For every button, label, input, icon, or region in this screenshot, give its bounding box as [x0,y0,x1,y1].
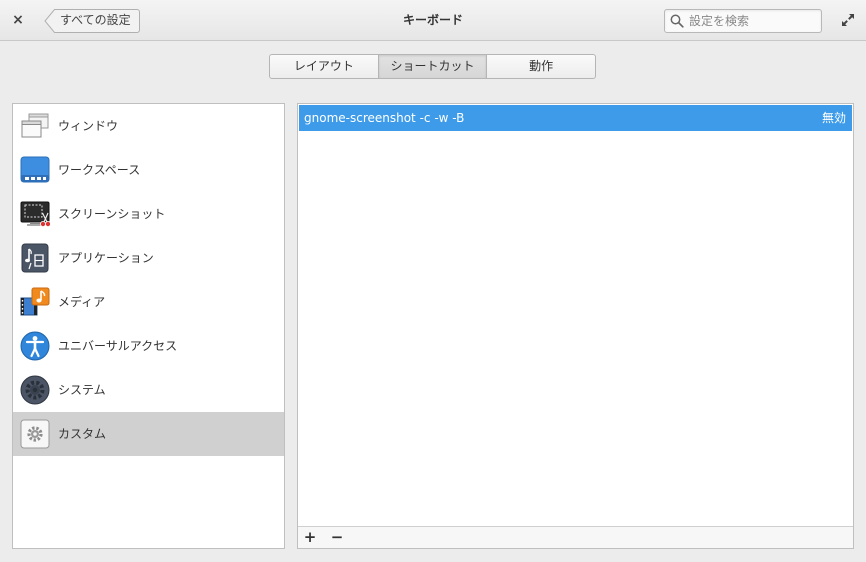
remove-shortcut-button[interactable]: − [325,527,349,548]
sidebar-item-label: システム [58,383,106,397]
tab-shortcuts[interactable]: ショートカット [378,55,488,78]
workspace-icon [20,156,50,183]
shortcut-accelerator[interactable]: 無効 [822,105,846,131]
add-shortcut-button[interactable]: + [298,527,322,548]
sidebar-item-label: ユニバーサルアクセス [58,339,178,353]
sidebar-item-label: カスタム [58,427,107,441]
custom-gear-icon [20,419,50,449]
search-input[interactable] [689,12,815,30]
sidebar-item-workspace[interactable]: ワークスペース [13,148,284,192]
sidebar-item-applications[interactable]: アプリケーション [13,236,284,280]
sidebar-item-label: ウィンドウ [58,119,119,133]
sidebar-item-universal-access[interactable]: ユニバーサルアクセス [13,324,284,368]
window-icon [21,113,49,138]
fullscreen-icon[interactable] [840,12,856,28]
media-icon [20,287,50,316]
search-field[interactable] [664,9,822,33]
sidebar-item-media[interactable]: メディア [13,280,284,324]
application-icon [21,243,49,273]
tab-bar: レイアウト ショートカット 動作 [269,54,596,79]
shortcut-command[interactable]: gnome-screenshot -c -w -B [304,105,464,131]
sidebar-item-label: スクリーンショット [58,207,166,221]
tab-behavior[interactable]: 動作 [487,55,595,78]
shortcut-row[interactable]: gnome-screenshot -c -w -B 無効 [299,105,852,131]
sidebar-item-system[interactable]: システム [13,368,284,412]
back-button-label: すべての設定 [60,13,131,27]
sidebar-item-custom[interactable]: カスタム [13,412,284,456]
sidebar-item-label: ワークスペース [58,163,141,177]
sidebar-item-window[interactable]: ウィンドウ [13,104,284,148]
sidebar-item-screenshot[interactable]: スクリーンショット [13,192,284,236]
sidebar-item-label: メディア [58,295,106,309]
tab-layout[interactable]: レイアウト [270,55,379,78]
list-toolbar: + − [298,526,853,548]
system-icon [20,375,50,405]
search-icon [670,14,684,28]
sidebar-item-label: アプリケーション [58,251,154,265]
shortcut-category-list: ウィンドウ ワークスペース スクリーンショット アプリケーション メディア ユニ… [12,103,285,549]
titlebar: × すべての設定 キーボード [0,0,866,41]
universal-access-icon [20,331,50,361]
back-button[interactable]: すべての設定 [44,9,140,33]
close-icon[interactable]: × [8,10,28,30]
screenshot-icon [20,201,50,227]
shortcut-list: gnome-screenshot -c -w -B 無効 + − [297,103,854,549]
